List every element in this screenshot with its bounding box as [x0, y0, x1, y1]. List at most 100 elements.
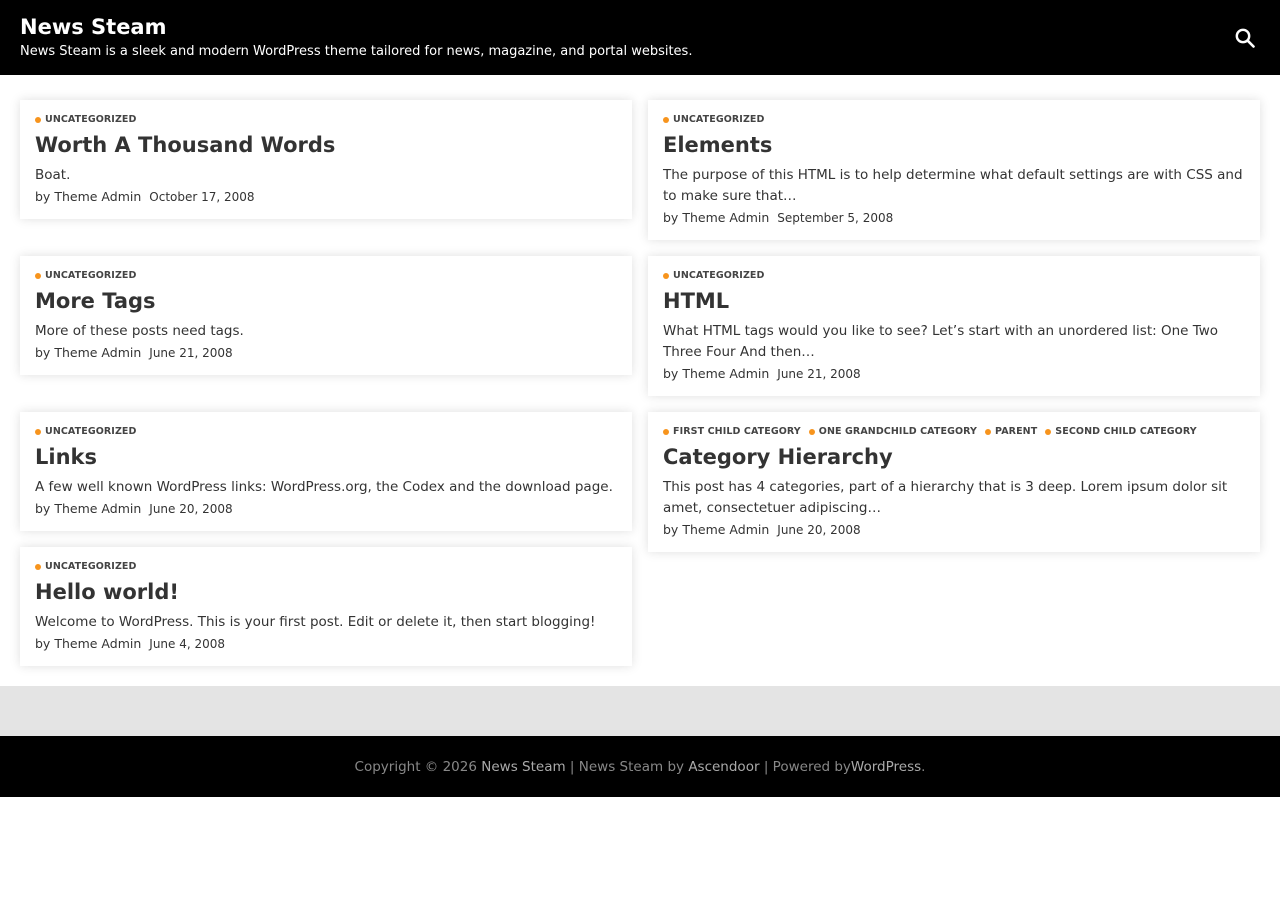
post-title[interactable]: Links [35, 443, 617, 471]
category-link[interactable]: PARENT [985, 426, 1037, 437]
footer-site-link[interactable]: News Steam [481, 759, 565, 775]
footer-wordpress-link[interactable]: WordPress [851, 759, 921, 775]
posts-grid: UNCATEGORIZED Worth A Thousand Words Boat.… [20, 100, 1260, 666]
author-prefix: by [35, 501, 51, 516]
search-icon [1235, 28, 1255, 48]
post-meta: by Theme Admin June 20, 2008 [35, 501, 617, 516]
category-label: UNCATEGORIZED [45, 561, 137, 572]
post-title[interactable]: Hello world! [35, 578, 617, 606]
site-footer: Copyright © 2026 News Steam | News Steam… [0, 736, 1280, 797]
author-link[interactable]: Theme Admin [54, 501, 141, 516]
category-link[interactable]: FIRST CHILD CATEGORY [663, 426, 801, 437]
site-branding: News Steam News Steam is a sleek and mod… [20, 14, 692, 61]
search-button[interactable] [1230, 23, 1260, 53]
post-title[interactable]: Category Hierarchy [663, 443, 1245, 471]
author-link[interactable]: Theme Admin [682, 522, 769, 537]
site-tagline: News Steam is a sleek and modern WordPre… [20, 44, 693, 59]
category-label: SECOND CHILD CATEGORY [1055, 426, 1197, 437]
post-title[interactable]: More Tags [35, 287, 617, 315]
post-date[interactable]: October 17, 2008 [149, 190, 254, 204]
posts-column-right: UNCATEGORIZED Elements The purpose of this… [648, 100, 1260, 552]
category-dot-icon [35, 428, 41, 435]
post-date[interactable]: September 5, 2008 [777, 211, 893, 225]
category-dot-icon [985, 428, 992, 435]
category-label: ONE GRANDCHILD CATEGORY [818, 426, 978, 437]
footer-theme-name: News Steam [578, 758, 664, 775]
category-dot-icon [663, 428, 669, 435]
category-dot-icon [1045, 428, 1052, 435]
site-title[interactable]: News Steam [20, 14, 692, 40]
post-excerpt: Welcome to WordPress. This is your first… [35, 614, 596, 630]
post-meta: by Theme Admin June 20, 2008 [663, 522, 1245, 537]
category-link[interactable]: UNCATEGORIZED [35, 561, 137, 572]
post-meta: by Theme Admin June 21, 2008 [35, 345, 617, 360]
post-title[interactable]: Worth A Thousand Words [35, 131, 617, 159]
post-date[interactable]: June 20, 2008 [777, 523, 860, 537]
post-categories: UNCATEGORIZED [663, 270, 1245, 281]
category-label: PARENT [995, 426, 1038, 437]
post-excerpt: Boat. [35, 167, 71, 183]
post-meta: by Theme Admin September 5, 2008 [663, 210, 1245, 225]
author-prefix: by [35, 189, 51, 204]
post-excerpt: This post has 4 categories, part of a hi… [663, 479, 1228, 516]
category-link[interactable]: UNCATEGORIZED [35, 426, 137, 437]
post-excerpt: A few well known WordPress links: WordPr… [35, 479, 613, 495]
posts-column-left: UNCATEGORIZED Worth A Thousand Words Boat.… [20, 100, 632, 666]
author-prefix: by [663, 366, 679, 381]
author-link[interactable]: Theme Admin [682, 366, 769, 381]
category-dot-icon [808, 428, 815, 435]
author-prefix: by [663, 210, 679, 225]
author-prefix: by [35, 345, 51, 360]
category-label: UNCATEGORIZED [45, 426, 137, 437]
category-link[interactable]: UNCATEGORIZED [35, 114, 137, 125]
category-label: UNCATEGORIZED [45, 114, 137, 125]
category-link[interactable]: UNCATEGORIZED [663, 114, 765, 125]
author-link[interactable]: Theme Admin [54, 345, 141, 360]
category-link[interactable]: UNCATEGORIZED [663, 270, 765, 281]
post-card: FIRST CHILD CATEGORY ONE GRANDCHILD CATEG… [648, 412, 1260, 552]
category-dot-icon [35, 563, 41, 570]
post-categories: UNCATEGORIZED [35, 270, 617, 281]
post-excerpt: What HTML tags would you like to see? Le… [663, 323, 1219, 360]
post-card: UNCATEGORIZED Hello world! Welcome to Word… [20, 547, 632, 666]
post-excerpt: More of these posts need tags. [35, 323, 244, 339]
post-categories: UNCATEGORIZED [35, 426, 617, 437]
category-link[interactable]: SECOND CHILD CATEGORY [1045, 426, 1197, 437]
post-categories: FIRST CHILD CATEGORY ONE GRANDCHILD CATEG… [663, 426, 1245, 437]
category-dot-icon [35, 116, 41, 123]
main-content: UNCATEGORIZED Worth A Thousand Words Boat.… [0, 75, 1280, 686]
author-link[interactable]: Theme Admin [54, 189, 141, 204]
category-label: UNCATEGORIZED [673, 114, 765, 125]
post-categories: UNCATEGORIZED [663, 114, 1245, 125]
post-card: UNCATEGORIZED HTML What HTML tags would yo… [648, 256, 1260, 396]
author-link[interactable]: Theme Admin [54, 636, 141, 651]
category-label: UNCATEGORIZED [45, 270, 137, 281]
footer-author-link[interactable]: Ascendoor [688, 759, 759, 775]
category-dot-icon [663, 272, 669, 279]
author-prefix: by [663, 522, 679, 537]
post-excerpt: The purpose of this HTML is to help dete… [663, 167, 1243, 204]
post-title[interactable]: Elements [663, 131, 1245, 159]
copyright-text: Copyright © 2026 News Steam | News Steam… [354, 758, 926, 775]
category-dot-icon [35, 272, 41, 279]
post-date[interactable]: June 21, 2008 [149, 346, 232, 360]
post-card: UNCATEGORIZED More Tags More of these post… [20, 256, 632, 375]
post-card: UNCATEGORIZED Elements The purpose of this… [648, 100, 1260, 240]
post-meta: by Theme Admin October 17, 2008 [35, 189, 617, 204]
post-date[interactable]: June 20, 2008 [149, 502, 232, 516]
post-date[interactable]: June 4, 2008 [149, 637, 225, 651]
category-label: UNCATEGORIZED [673, 270, 765, 281]
post-categories: UNCATEGORIZED [35, 114, 617, 125]
post-categories: UNCATEGORIZED [35, 561, 617, 572]
site-header: News Steam News Steam is a sleek and mod… [0, 0, 1280, 75]
category-link[interactable]: UNCATEGORIZED [35, 270, 137, 281]
post-title[interactable]: HTML [663, 287, 1245, 315]
category-label: FIRST CHILD CATEGORY [673, 426, 801, 437]
author-link[interactable]: Theme Admin [682, 210, 769, 225]
category-link[interactable]: ONE GRANDCHILD CATEGORY [808, 426, 978, 437]
post-date[interactable]: June 21, 2008 [777, 367, 860, 381]
post-meta: by Theme Admin June 4, 2008 [35, 636, 617, 651]
category-dot-icon [663, 116, 669, 123]
author-prefix: by [35, 636, 51, 651]
post-card: UNCATEGORIZED Links A few well known WordP… [20, 412, 632, 531]
